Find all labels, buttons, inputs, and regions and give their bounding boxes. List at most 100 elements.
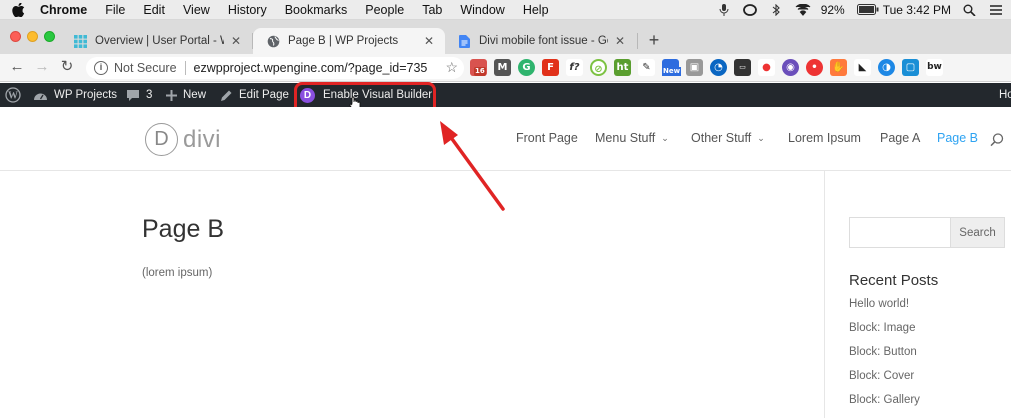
toolbar-extension-icon[interactable]: ▭	[734, 59, 751, 76]
recent-post-link[interactable]: Block: Image	[849, 322, 915, 334]
hamburger-icon[interactable]	[989, 4, 1003, 16]
close-tab-icon[interactable]: ✕	[614, 34, 626, 48]
menu-people[interactable]: People	[365, 3, 404, 17]
address-bar[interactable]: i Not Secure ezwpproject.wpengine.com/?p…	[86, 57, 464, 79]
docs-icon	[458, 34, 471, 48]
pencil-icon	[220, 89, 233, 102]
site-name-link[interactable]: WP Projects	[33, 83, 117, 107]
sidebar-search: Search	[849, 217, 1005, 248]
minimize-window-button[interactable]	[27, 31, 38, 42]
nav-menu-stuff[interactable]: Menu Stuff ⌄	[595, 131, 669, 145]
cursor-extension-icon[interactable]: ●	[758, 59, 775, 76]
recent-post-link[interactable]: Block: Cover	[849, 370, 914, 382]
nav-other-stuff[interactable]: Other Stuff ⌄	[691, 131, 765, 145]
menu-help[interactable]: Help	[523, 3, 549, 17]
svg-text:W: W	[8, 91, 18, 102]
search-icon[interactable]	[990, 133, 1004, 152]
nav-label: Page A	[880, 131, 921, 145]
nav-label: Lorem Ipsum	[788, 131, 861, 145]
chevron-down-icon: ⌄	[661, 132, 669, 143]
gmail-extension-icon[interactable]: M	[494, 59, 511, 76]
bluetooth-icon[interactable]	[769, 3, 783, 17]
comment-icon	[126, 89, 140, 102]
recent-post-link[interactable]: Block: Gallery	[849, 394, 920, 406]
font-finder-extension-icon[interactable]: f?	[566, 59, 583, 76]
ht-extension-icon[interactable]: ht	[614, 59, 631, 76]
comments-link[interactable]: 3	[126, 83, 152, 107]
apple-icon[interactable]	[12, 2, 26, 17]
menu-tab[interactable]: Tab	[422, 3, 442, 17]
search-icon[interactable]	[963, 4, 977, 17]
speedometer-extension-icon[interactable]: ◔	[710, 59, 727, 76]
bw-extension-icon[interactable]: bw	[926, 59, 943, 76]
url-text[interactable]: ezwpproject.wpengine.com/?page_id=735	[194, 61, 428, 75]
flipboard-extension-icon[interactable]: F	[542, 59, 559, 76]
microphone-icon[interactable]	[717, 4, 731, 16]
pen-extension-icon[interactable]: ✎	[638, 59, 655, 76]
tab-title: Page B | WP Projects	[288, 35, 399, 47]
divi-logo[interactable]: D divi	[145, 123, 221, 156]
reload-button[interactable]: ↻	[58, 58, 76, 76]
grammarly-extension-icon[interactable]: G	[518, 59, 535, 76]
nav-page-a[interactable]: Page A	[880, 131, 920, 145]
eye-extension-icon[interactable]: ◑	[878, 59, 895, 76]
info-icon[interactable]: i	[94, 61, 108, 75]
tab-wp-engine-overview[interactable]: Overview | User Portal - WP Engine ✕	[60, 28, 252, 54]
close-window-button[interactable]	[10, 31, 21, 42]
creative-cloud-icon[interactable]	[742, 4, 757, 16]
new-content-link[interactable]: New	[166, 83, 206, 107]
nav-lorem-ipsum[interactable]: Lorem Ipsum	[788, 131, 861, 145]
bookmark-star-icon[interactable]: ☆	[445, 59, 458, 76]
menu-edit[interactable]: Edit	[143, 3, 165, 17]
circle-extension-icon[interactable]: ⊘	[590, 59, 607, 76]
browser-tab-strip: Overview | User Portal - WP Engine ✕ Pag…	[0, 20, 1011, 54]
menu-bookmarks[interactable]: Bookmarks	[285, 3, 348, 17]
wordpress-logo-button[interactable]: W	[5, 83, 27, 107]
recent-post-link[interactable]: Block: Button	[849, 346, 917, 358]
ruler-extension-icon[interactable]: ◣	[854, 59, 871, 76]
battery-percent: 92%	[820, 3, 845, 17]
forward-button[interactable]: →	[33, 58, 51, 76]
close-tab-icon[interactable]: ✕	[423, 34, 435, 48]
nav-page-b[interactable]: Page B	[937, 131, 978, 145]
menu-file[interactable]: File	[105, 3, 125, 17]
wp-admin-bar: W WP Projects 3 New Edit Page D Enable V…	[0, 83, 1011, 107]
new-extension-icon[interactable]: New	[662, 59, 682, 76]
zoom-window-button[interactable]	[44, 31, 55, 42]
browser-toolbar: ← → ↻ i Not Secure ezwpproject.wpengine.…	[0, 54, 1011, 82]
menu-view[interactable]: View	[183, 3, 210, 17]
hand-extension-icon[interactable]: ✋	[830, 59, 847, 76]
search-input[interactable]	[849, 217, 950, 248]
sidebar-divider	[824, 171, 825, 418]
battery-icon[interactable]	[856, 4, 879, 16]
plus-icon	[166, 89, 177, 101]
search-button[interactable]: Search	[950, 217, 1005, 248]
edit-page-link[interactable]: Edit Page	[220, 83, 289, 107]
tab-page-b[interactable]: Page B | WP Projects ✕	[253, 28, 445, 54]
grid-icon	[74, 34, 87, 48]
recent-post-link[interactable]: Hello world!	[849, 298, 909, 310]
color-picker-extension-icon[interactable]: ◉	[782, 59, 799, 76]
macos-menubar: Chrome File Edit View History Bookmarks …	[0, 0, 1011, 20]
security-label[interactable]: Not Secure	[114, 61, 177, 75]
menubar-clock[interactable]: Tue 3:42 PM	[883, 3, 951, 17]
comments-count: 3	[146, 89, 153, 101]
extension-badge: 16	[474, 67, 486, 76]
wifi-icon[interactable]	[795, 3, 811, 16]
menu-history[interactable]: History	[228, 3, 267, 17]
page-content: Page B (lorem ipsum) Search Recent Posts…	[0, 171, 1011, 418]
window-extension-icon[interactable]: ▢	[902, 59, 919, 76]
divider	[184, 61, 186, 75]
new-tab-button[interactable]: +	[644, 30, 664, 50]
nav-front-page[interactable]: Front Page	[516, 131, 578, 145]
menu-window[interactable]: Window	[460, 3, 504, 17]
tab-divi-google-doc[interactable]: Divi mobile font issue - Google Docs ✕	[444, 28, 636, 54]
tab-title: Overview | User Portal - WP Engine	[95, 35, 224, 47]
image-extension-icon[interactable]: ▣	[686, 59, 703, 76]
howdy-user-menu[interactable]: Ho	[999, 83, 1011, 107]
close-tab-icon[interactable]: ✕	[230, 34, 242, 48]
menu-app-name[interactable]: Chrome	[40, 3, 87, 17]
calendar-extension-icon[interactable]: 16	[470, 59, 487, 76]
lastpass-extension-icon[interactable]: •	[806, 59, 823, 76]
back-button[interactable]: ←	[8, 58, 26, 76]
